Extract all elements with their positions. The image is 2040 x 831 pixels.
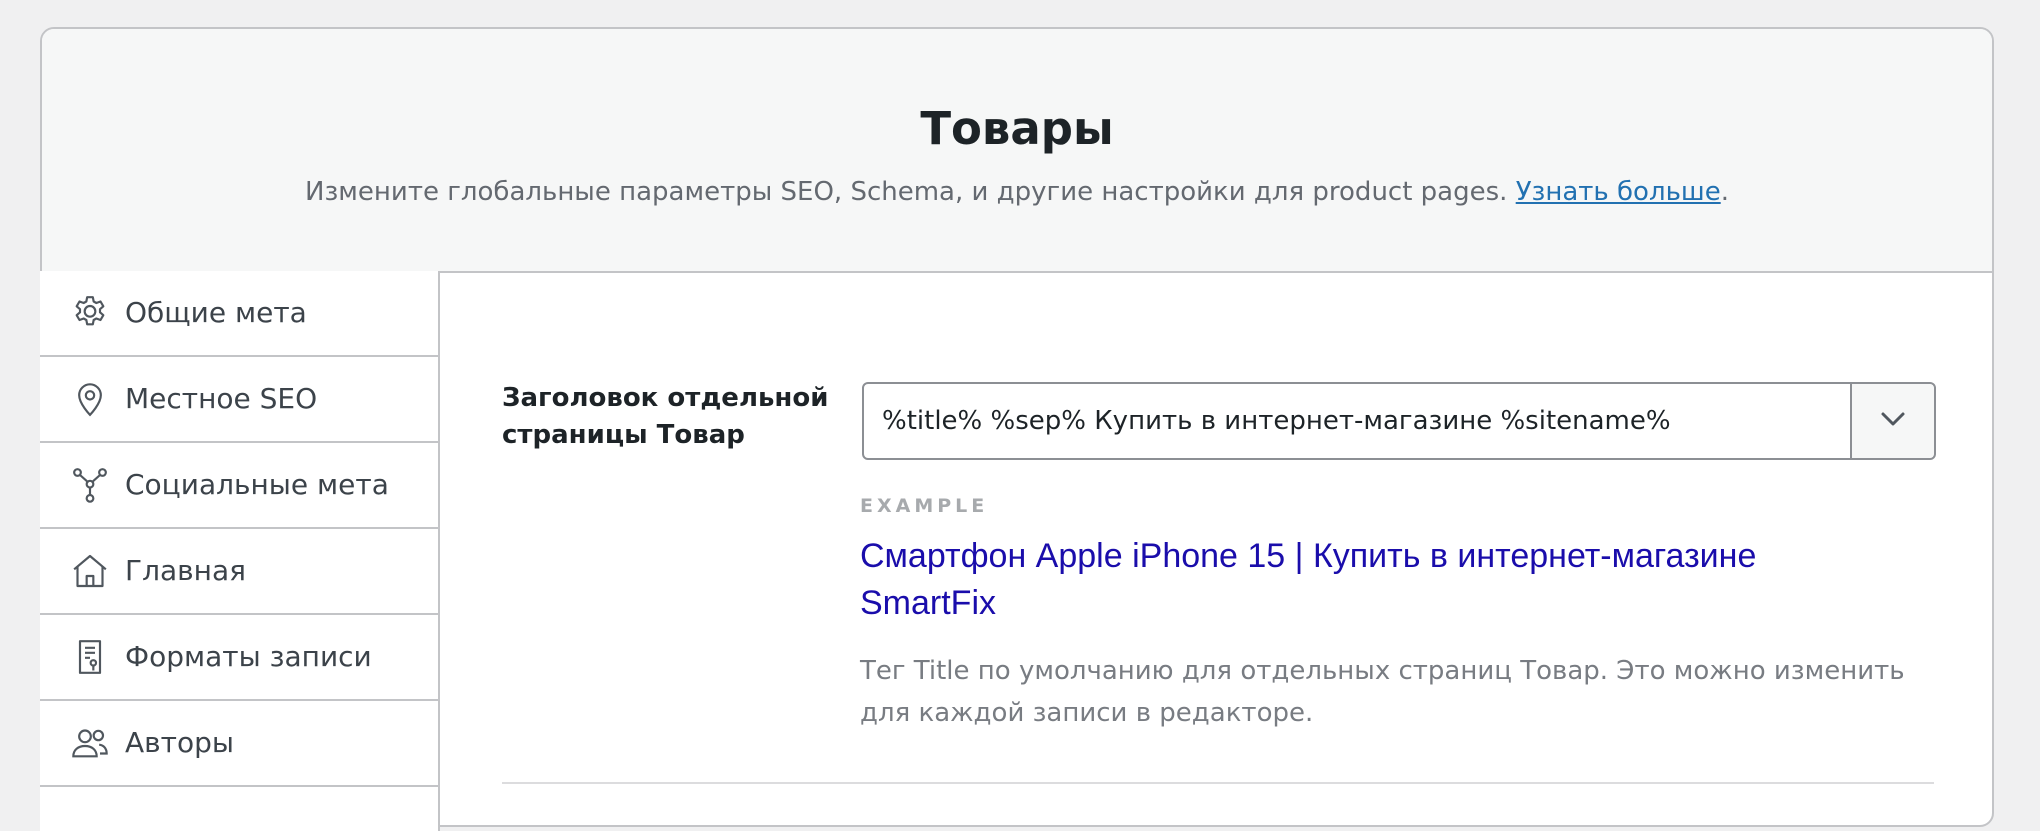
field-help-text: Тег Title по умолчанию для отдельных стр… [860,656,1905,728]
page-description-end: . [1720,177,1729,207]
panel-header: Товары Измените глобальные параметры SEO… [42,29,1992,273]
users-icon [69,722,111,764]
page-title: Товары [920,102,1114,155]
example-label: EXAMPLE [860,495,989,517]
title-input[interactable] [864,384,1850,458]
sidebar-item-label: Местное SEO [125,382,318,415]
page-description-text: Измените глобальные параметры SEO, Schem… [305,177,1508,207]
home-icon [69,550,111,592]
sidebar-item-label: Социальные мета [125,468,389,501]
sidebar-item-home[interactable]: Главная [40,529,438,615]
sidebar-item-label: Авторы [125,726,234,759]
sidebar-item-label: Общие мета [125,296,307,329]
settings-sidebar: Общие мета Местное SEO Социальные мета Г… [40,271,440,831]
location-pin-icon [69,378,111,420]
field-label: Заголовок отдельной страницы Товар [502,383,829,450]
field-divider [502,782,1934,784]
learn-more-link[interactable]: Узнать больше [1516,177,1721,207]
sidebar-item-general-meta[interactable]: Общие мета [40,271,438,357]
sidebar-item-social-meta[interactable]: Социальные мета [40,443,438,529]
variables-dropdown-button[interactable] [1850,384,1934,458]
page-description: Измените глобальные параметры SEO, Schem… [42,174,1992,210]
chevron-down-icon [1878,409,1908,433]
sidebar-item-label: Форматы записи [125,640,372,673]
sidebar-item-local-seo[interactable]: Местное SEO [40,357,438,443]
sidebar-item-label: Главная [125,554,246,587]
social-network-icon [69,464,111,506]
post-format-icon [69,636,111,678]
gear-icon [69,292,111,334]
sidebar-item-post-formats[interactable]: Форматы записи [40,615,438,701]
sidebar-item-authors[interactable]: Авторы [40,701,438,787]
example-title-preview: Смартфон Apple iPhone 15 | Купить в инте… [860,537,1757,622]
title-input-wrapper [862,382,1936,460]
